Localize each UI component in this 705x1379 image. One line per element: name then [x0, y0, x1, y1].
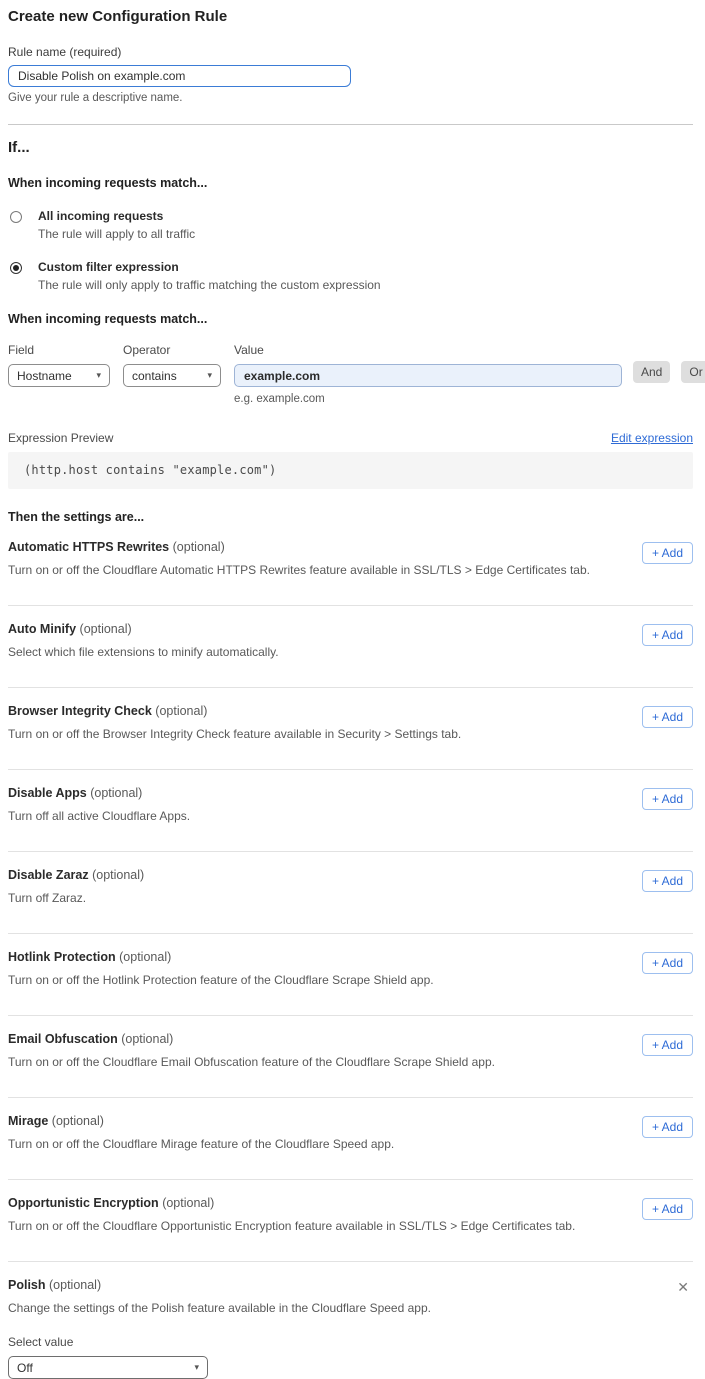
setting-description: Turn off all active Cloudflare Apps.: [8, 809, 190, 823]
optional-label: (optional): [155, 704, 207, 718]
optional-label: (optional): [173, 540, 225, 554]
expression-builder-row: Field Hostname ▾ Operator contains ▾ Val…: [8, 343, 693, 405]
setting-description: Turn off Zaraz.: [8, 891, 144, 905]
add-hotlink-protection-button[interactable]: + Add: [642, 952, 693, 974]
radio-label: All incoming requests: [38, 209, 195, 223]
and-button[interactable]: And: [633, 361, 670, 383]
add-auto-minify-button[interactable]: + Add: [642, 624, 693, 646]
optional-label: (optional): [49, 1278, 101, 1292]
radio-label: Custom filter expression: [38, 260, 381, 274]
expression-builder-heading: When incoming requests match...: [8, 312, 693, 326]
setting-name: Polish: [8, 1278, 46, 1292]
setting-row-opportunistic-encryption: Opportunistic Encryption (optional) Turn…: [8, 1180, 693, 1262]
setting-row-browser-integrity-check: Browser Integrity Check (optional) Turn …: [8, 688, 693, 770]
value-input[interactable]: [234, 364, 622, 387]
page-title: Create new Configuration Rule: [8, 8, 693, 25]
optional-label: (optional): [80, 622, 132, 636]
optional-label: (optional): [162, 1196, 214, 1210]
if-heading: If...: [8, 139, 693, 156]
add-disable-apps-button[interactable]: + Add: [642, 788, 693, 810]
optional-label: (optional): [92, 868, 144, 882]
section-divider: [8, 124, 693, 125]
polish-value-select[interactable]: Off ▾: [8, 1356, 208, 1379]
add-browser-integrity-check-button[interactable]: + Add: [642, 706, 693, 728]
value-helper: e.g. example.com: [234, 393, 622, 405]
chevron-down-icon: ▾: [96, 370, 101, 381]
optional-label: (optional): [121, 1032, 173, 1046]
setting-row-polish-expanded: Polish (optional) Change the settings of…: [8, 1262, 693, 1379]
value-label: Value: [234, 343, 622, 357]
add-mirage-button[interactable]: + Add: [642, 1116, 693, 1138]
rule-name-field-group: Rule name (required) Give your rule a de…: [8, 45, 693, 104]
operator-label: Operator: [123, 343, 234, 357]
setting-name: Email Obfuscation: [8, 1032, 118, 1046]
incoming-requests-match-heading: When incoming requests match...: [8, 176, 693, 190]
setting-name: Auto Minify: [8, 622, 76, 636]
chevron-down-icon: ▾: [194, 1362, 199, 1373]
setting-name: Hotlink Protection: [8, 950, 116, 964]
setting-row-disable-zaraz: Disable Zaraz (optional) Turn off Zaraz.…: [8, 852, 693, 934]
optional-label: (optional): [119, 950, 171, 964]
setting-row-mirage: Mirage (optional) Turn on or off the Clo…: [8, 1098, 693, 1180]
expression-preview-label: Expression Preview: [8, 431, 113, 445]
field-select-value: Hostname: [17, 369, 72, 383]
select-value-label: Select value: [8, 1335, 677, 1349]
setting-description: Select which file extensions to minify a…: [8, 645, 279, 659]
expression-preview-code: (http.host contains "example.com"): [8, 452, 693, 489]
setting-description: Turn on or off the Browser Integrity Che…: [8, 727, 461, 741]
polish-select-value: Off: [17, 1361, 33, 1375]
setting-row-hotlink-protection: Hotlink Protection (optional) Turn on or…: [8, 934, 693, 1016]
rule-name-helper: Give your rule a descriptive name.: [8, 92, 693, 104]
setting-row-disable-apps: Disable Apps (optional) Turn off all act…: [8, 770, 693, 852]
close-icon[interactable]: ✕: [677, 1280, 689, 1294]
radio-selected-icon[interactable]: [10, 262, 22, 274]
radio-unselected-icon[interactable]: [10, 211, 22, 223]
operator-select-value: contains: [132, 369, 177, 383]
setting-description: Change the settings of the Polish featur…: [8, 1301, 677, 1315]
or-button[interactable]: Or: [681, 361, 705, 383]
create-configuration-rule-page: Create new Configuration Rule Rule name …: [0, 0, 705, 1379]
operator-select[interactable]: contains ▾: [123, 364, 221, 387]
add-opportunistic-encryption-button[interactable]: + Add: [642, 1198, 693, 1220]
rule-name-label: Rule name (required): [8, 45, 693, 59]
setting-description: Turn on or off the Cloudflare Automatic …: [8, 563, 590, 577]
rule-name-input[interactable]: [8, 65, 351, 87]
edit-expression-link[interactable]: Edit expression: [611, 431, 693, 445]
add-automatic-https-rewrites-button[interactable]: + Add: [642, 542, 693, 564]
optional-label: (optional): [52, 1114, 104, 1128]
setting-description: Turn on or off the Hotlink Protection fe…: [8, 973, 434, 987]
optional-label: (optional): [90, 786, 142, 800]
setting-name: Browser Integrity Check: [8, 704, 152, 718]
setting-row-automatic-https-rewrites: Automatic HTTPS Rewrites (optional) Turn…: [8, 524, 693, 606]
radio-description: The rule will only apply to traffic matc…: [38, 278, 381, 292]
radio-option-custom-filter-expression[interactable]: Custom filter expression The rule will o…: [8, 260, 693, 292]
setting-description: Turn on or off the Cloudflare Opportunis…: [8, 1219, 575, 1233]
setting-row-email-obfuscation: Email Obfuscation (optional) Turn on or …: [8, 1016, 693, 1098]
field-select[interactable]: Hostname ▾: [8, 364, 110, 387]
setting-description: Turn on or off the Cloudflare Email Obfu…: [8, 1055, 495, 1069]
setting-name: Opportunistic Encryption: [8, 1196, 159, 1210]
setting-name: Disable Apps: [8, 786, 87, 800]
chevron-down-icon: ▾: [207, 370, 212, 381]
setting-description: Turn on or off the Cloudflare Mirage fea…: [8, 1137, 394, 1151]
setting-name: Disable Zaraz: [8, 868, 89, 882]
setting-name: Mirage: [8, 1114, 48, 1128]
radio-option-all-incoming-requests[interactable]: All incoming requests The rule will appl…: [8, 209, 693, 241]
setting-row-auto-minify: Auto Minify (optional) Select which file…: [8, 606, 693, 688]
radio-description: The rule will apply to all traffic: [38, 227, 195, 241]
then-settings-heading: Then the settings are...: [8, 510, 693, 524]
field-label: Field: [8, 343, 123, 357]
setting-name: Automatic HTTPS Rewrites: [8, 540, 169, 554]
add-email-obfuscation-button[interactable]: + Add: [642, 1034, 693, 1056]
add-disable-zaraz-button[interactable]: + Add: [642, 870, 693, 892]
